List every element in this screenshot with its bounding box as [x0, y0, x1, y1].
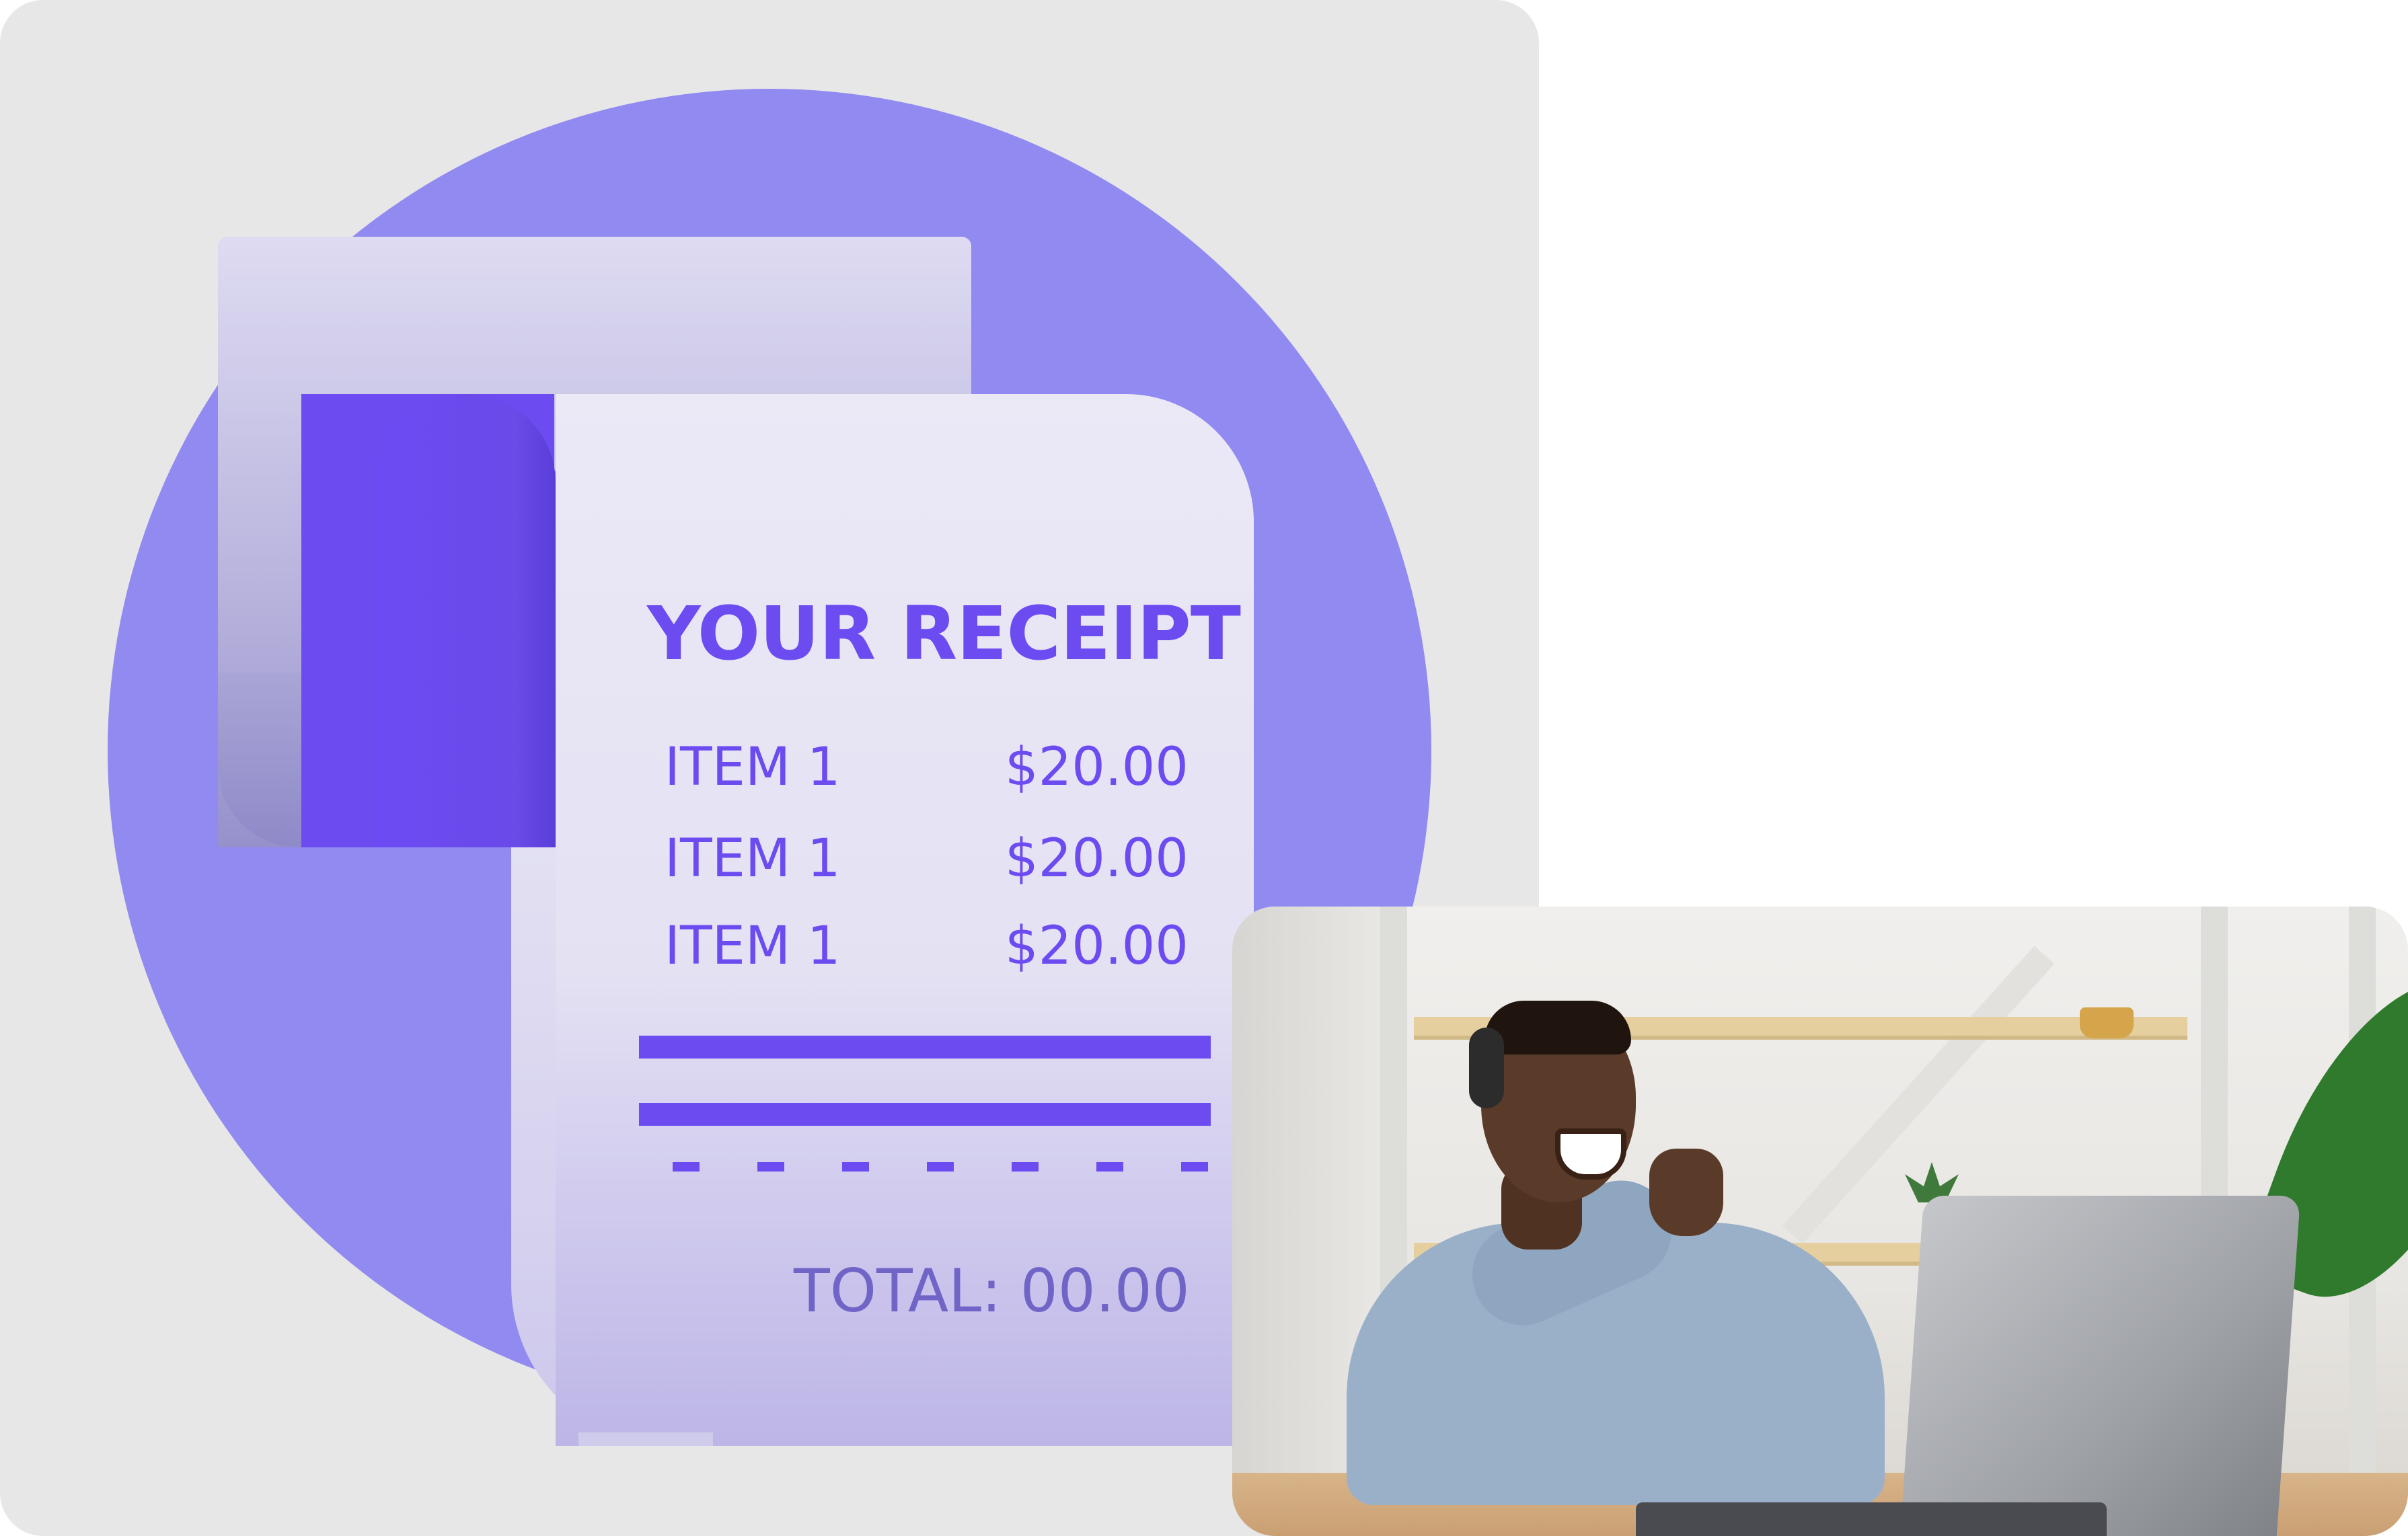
- item-price: $20.00: [1005, 916, 1189, 976]
- person-smile: [1555, 1128, 1626, 1180]
- receipt-roll: [378, 394, 556, 847]
- item-name: ITEM 1: [665, 916, 841, 976]
- customer-photo: [1232, 907, 2408, 1536]
- thumbs-up-hand: [1649, 1149, 1723, 1236]
- receipt-total: TOTAL: 00.00: [794, 1256, 1190, 1326]
- laptop-icon: [1899, 1196, 2301, 1536]
- receipt-line-item: ITEM 1 $20.00: [665, 916, 1216, 983]
- shelf-decor: [2080, 1007, 2134, 1038]
- receipt-title: YOUR RECEIPT: [647, 590, 1241, 677]
- receipt-divider: [639, 1103, 1211, 1126]
- laptop-base: [1636, 1502, 2107, 1536]
- item-price: $20.00: [1005, 829, 1189, 889]
- item-name: ITEM 1: [665, 829, 841, 889]
- receipt-sheet-shadow: [578, 1432, 713, 1446]
- item-name: ITEM 1: [665, 737, 841, 798]
- headset-icon: [1469, 1028, 1504, 1108]
- receipt-dashed-divider: [673, 1162, 1211, 1172]
- receipt-line-item: ITEM 1 $20.00: [665, 737, 1216, 804]
- person-hair: [1484, 1001, 1631, 1054]
- item-price: $20.00: [1005, 737, 1189, 798]
- receipt-divider: [639, 1036, 1211, 1059]
- receipt-line-item: ITEM 1 $20.00: [665, 829, 1216, 896]
